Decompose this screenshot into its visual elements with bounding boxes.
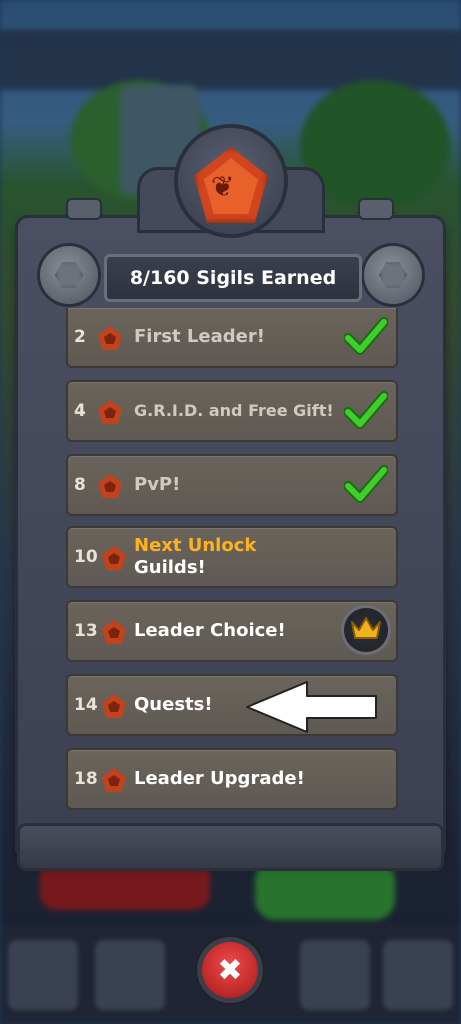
milestone-row[interactable]: 18 Leader Upgrade! [66,748,398,810]
milestone-row[interactable]: 8 PvP! [66,454,398,516]
milestone-label: First Leader! [134,326,265,347]
milestone-label: G.R.I.D. and Free Gift! [134,401,334,420]
checkmark-icon [344,465,388,503]
milestone-level: 2 [74,327,86,347]
sigil-icon [98,326,122,350]
nav-tile-blurred [300,940,370,1010]
milestone-label: Next Unlock Guilds! [134,535,256,579]
frame-nut [68,200,100,218]
checkmark-icon [344,391,388,429]
sigils-earned-title: 8/160 Sigils Earned [104,254,362,302]
milestone-row[interactable]: 2 First Leader! [66,308,398,368]
nav-tile-blurred [383,940,453,1010]
sigil-icon [102,694,126,718]
sigil-icon [98,400,122,424]
checkmark-icon [344,317,388,355]
nav-tile-blurred [8,940,78,1010]
milestone-row[interactable]: 4 G.R.I.D. and Free Gift! [66,380,398,442]
left-arrow-pointer [246,681,377,733]
milestone-level: 13 [74,621,98,641]
next-unlock-badge: Next Unlock [134,535,257,556]
milestone-level: 18 [74,769,98,789]
nav-tile-blurred [95,940,165,1010]
bolt-icon [40,246,98,304]
sigil-icon [98,474,122,498]
frame-nut [360,200,392,218]
close-icon: ✖ [217,952,243,988]
sigil-icon [102,546,126,570]
sigil-icon [102,620,126,644]
milestone-row[interactable]: 13 Leader Choice! [66,600,398,662]
milestone-label: PvP! [134,474,181,495]
crown-reward-icon[interactable] [344,608,388,652]
milestone-label: Leader Upgrade! [134,768,305,789]
milestone-label: Leader Choice! [134,620,286,641]
dragon-emblem-icon: ❦ [211,170,235,203]
sigil-icon [102,768,126,792]
milestone-level: 10 [74,547,98,567]
milestone-label-text: Guilds! [134,557,206,578]
bolt-icon [364,246,422,304]
milestone-label: Quests! [134,694,213,715]
close-button[interactable]: ✖ [202,942,258,998]
milestone-level: 4 [74,401,86,421]
milestone-row-next-unlock[interactable]: 10 Next Unlock Guilds! [66,526,398,588]
milestone-level: 8 [74,475,86,495]
frame-bottom-bar [20,826,441,868]
milestone-level: 14 [74,695,98,715]
